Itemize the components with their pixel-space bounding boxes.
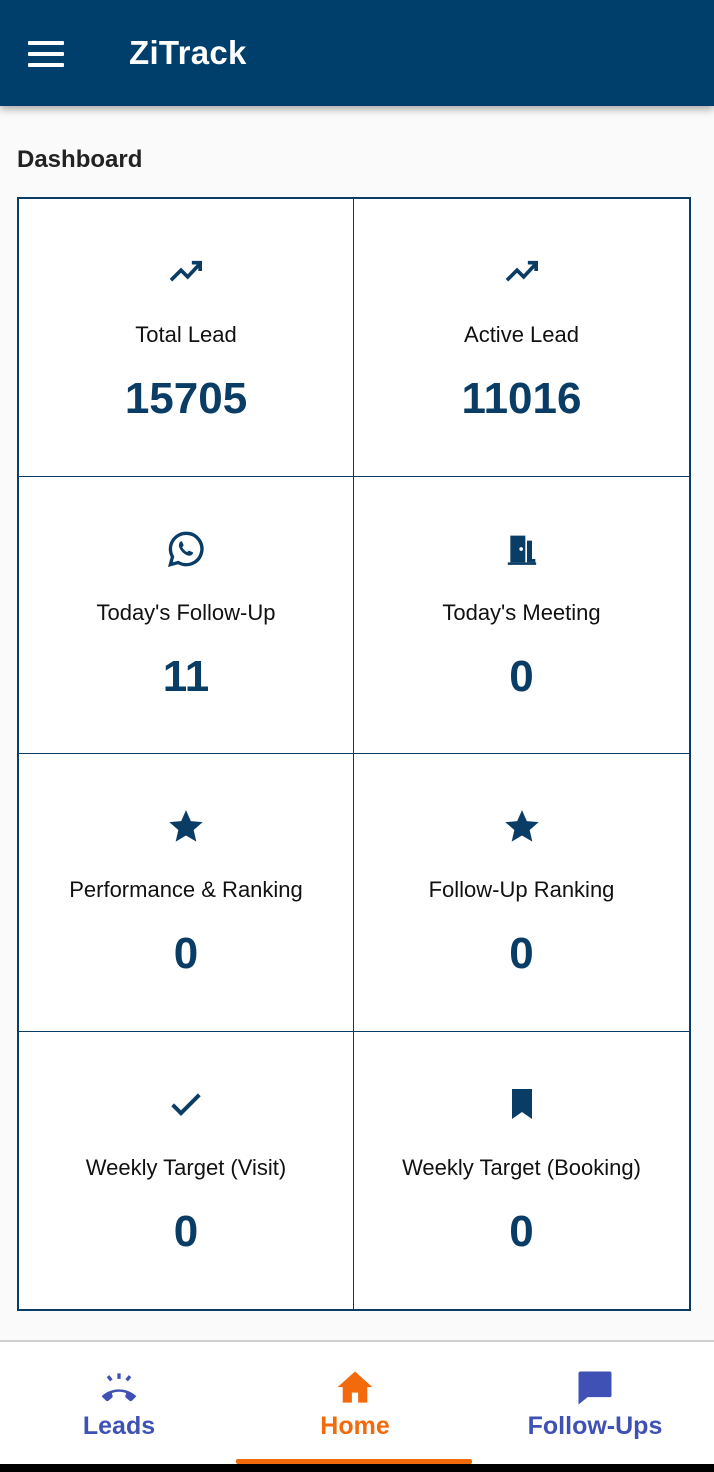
app-bar: ZiTrack [0, 0, 714, 106]
phone-ringing-icon [97, 1366, 141, 1410]
home-icon [333, 1366, 377, 1410]
card-value: 0 [173, 1206, 199, 1256]
card-active-lead[interactable]: Active Lead 11016 [354, 199, 689, 477]
card-label: Weekly Target (Booking) [402, 1154, 641, 1180]
card-value: 0 [509, 1206, 534, 1256]
nav-item-leads[interactable]: Leads [0, 1342, 238, 1466]
whatsapp-icon [166, 529, 206, 569]
trending-up-icon [166, 251, 206, 291]
card-todays-follow-up[interactable]: Today's Follow-Up 11 [19, 476, 354, 754]
card-label: Performance & Ranking [69, 877, 303, 902]
nav-label: Follow-Ups [527, 1412, 663, 1440]
bookmark-icon [502, 1084, 542, 1124]
card-value: 11 [162, 651, 210, 701]
card-label: Active Lead [464, 322, 579, 347]
card-value: 15705 [124, 374, 248, 423]
star-icon [502, 806, 542, 846]
card-value: 0 [509, 651, 534, 701]
card-value: 0 [509, 929, 534, 978]
check-icon [166, 1084, 206, 1124]
nav-item-follow-ups[interactable]: Follow-Ups [476, 1342, 714, 1466]
card-value: 11016 [461, 374, 582, 423]
app-title: ZiTrack [129, 34, 247, 71]
star-icon [166, 806, 206, 846]
nav-label: Leads [82, 1412, 156, 1440]
system-navigation-bar [0, 1464, 714, 1472]
bottom-navigation: Leads Home Follow-Ups [0, 1340, 714, 1466]
card-label: Today's Meeting [442, 599, 601, 625]
dashboard-grid: Total Lead 15705 Active Lead 11016 Today… [17, 197, 691, 1311]
card-performance-ranking[interactable]: Performance & Ranking 0 [19, 754, 354, 1032]
card-weekly-target-visit[interactable]: Weekly Target (Visit) 0 [19, 1031, 354, 1309]
card-label: Total Lead [135, 322, 237, 347]
menu-icon[interactable] [28, 41, 64, 67]
card-label: Weekly Target (Visit) [85, 1154, 287, 1180]
meeting-room-icon [502, 529, 542, 569]
chat-icon [573, 1366, 617, 1410]
card-follow-up-ranking[interactable]: Follow-Up Ranking 0 [354, 754, 689, 1032]
card-todays-meeting[interactable]: Today's Meeting 0 [354, 477, 689, 754]
card-label: Follow-Up Ranking [428, 877, 615, 902]
nav-item-home[interactable]: Home [236, 1342, 474, 1466]
trending-up-icon [502, 251, 542, 291]
card-value: 0 [173, 929, 199, 978]
nav-label: Home [320, 1412, 390, 1440]
page-title: Dashboard [17, 146, 143, 173]
card-label: Today's Follow-Up [96, 599, 276, 625]
card-total-lead[interactable]: Total Lead 15705 [19, 199, 354, 477]
card-weekly-target-booking[interactable]: Weekly Target (Booking) 0 [354, 1032, 689, 1310]
